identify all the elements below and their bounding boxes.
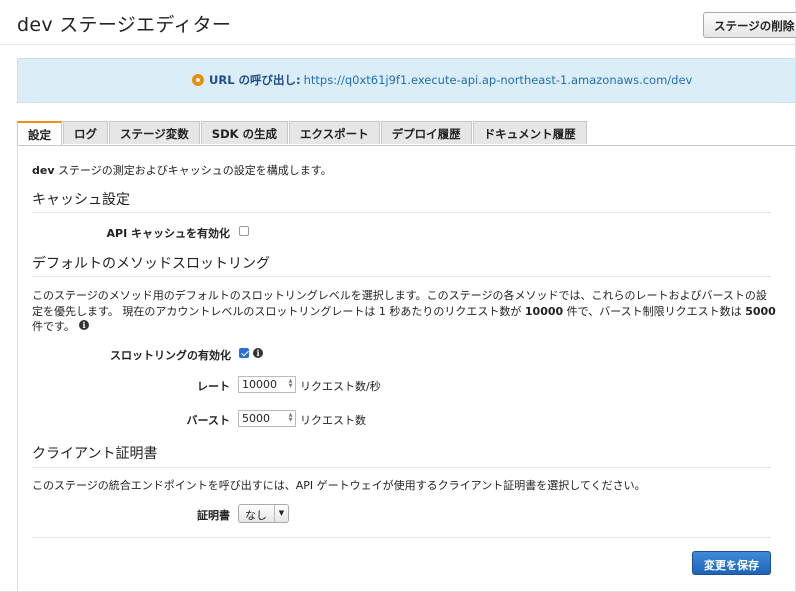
certificate-label: 証明書 <box>197 509 230 522</box>
cache-enable-checkbox[interactable] <box>239 226 249 236</box>
tab-settings[interactable]: 設定 <box>17 121 62 146</box>
rate-value: 10000 <box>242 378 277 391</box>
stepper-icon[interactable]: ▲ ▼ <box>287 379 294 390</box>
tab-export[interactable]: エクスポート <box>289 121 380 144</box>
account-burst-limit: 5000 <box>745 305 776 318</box>
intro-stage-name: dev <box>32 164 55 177</box>
info-dot-icon <box>192 74 204 86</box>
burst-unit: リクエスト数 <box>300 414 366 427</box>
tab-deployment-history[interactable]: デプロイ履歴 <box>380 121 472 144</box>
burst-value: 5000 <box>242 412 270 425</box>
throttling-desc-text: 定を優先します。 現在のアカウントレベルのスロットリングレートは 1 秒あたりの… <box>32 305 525 318</box>
burst-label: バースト <box>186 414 230 427</box>
footer-divider <box>32 537 771 538</box>
save-changes-button[interactable]: 変更を保存 <box>692 551 771 575</box>
intro-text: dev ステージの測定およびキャッシュの設定を構成します。 <box>32 162 332 178</box>
client-cert-heading: クライアント証明書 <box>32 446 158 462</box>
tab-stage-variables[interactable]: ステージ変数 <box>109 121 200 144</box>
info-icon[interactable]: i <box>253 348 263 358</box>
cache-heading: キャッシュ設定 <box>32 192 130 208</box>
cache-enable-label: API キャッシュを有効化 <box>106 227 231 240</box>
stage-tabs: 設定 ログ ステージ変数 SDK の生成 エクスポート デプロイ履歴 ドキュメン… <box>17 121 588 146</box>
account-rate-limit: 10000 <box>524 305 564 318</box>
burst-input[interactable]: 5000 ▲ ▼ <box>238 410 296 427</box>
header-divider <box>0 44 796 45</box>
throttling-desc-line1: このステージのメソッド用のデフォルトのスロットリングレベルを選択します。このステ… <box>32 289 767 302</box>
throttling-desc-line3: 件です。 <box>32 320 75 333</box>
certificate-select[interactable]: なし ▼ <box>238 504 289 523</box>
invoke-url-banner: URL の呼び出し: https://q0xt61j9f1.execute-api… <box>17 58 796 103</box>
throttling-heading: デフォルトのメソッドスロットリング <box>32 256 270 272</box>
chevron-down-icon: ▼ <box>274 505 288 522</box>
intro-description: ステージの測定およびキャッシュの設定を構成します。 <box>54 164 332 177</box>
tab-documentation-history[interactable]: ドキュメント履歴 <box>472 121 587 144</box>
client-cert-divider <box>32 467 771 468</box>
page-title: dev ステージエディター <box>17 14 232 36</box>
rate-input[interactable]: 10000 ▲ ▼ <box>238 376 296 393</box>
info-icon[interactable]: i <box>79 320 89 330</box>
delete-stage-button[interactable]: ステージの削除 <box>703 12 796 38</box>
rate-label: レート <box>197 380 230 393</box>
throttling-desc-line2: 定を優先します。 現在のアカウントレベルのスロットリングレートは 1 秒あたりの… <box>32 303 776 319</box>
cache-divider <box>32 212 771 213</box>
throttling-divider <box>32 276 771 277</box>
certificate-selected: なし <box>245 509 267 522</box>
stepper-icon[interactable]: ▲ ▼ <box>287 413 294 424</box>
invoke-url-label: URL の呼び出し: <box>209 73 301 87</box>
tab-logs[interactable]: ログ <box>63 121 108 144</box>
throttling-desc-text: 件で、バースト制限リクエスト数は <box>563 305 746 318</box>
rate-unit: リクエスト数/秒 <box>300 380 381 393</box>
throttling-enable-checkbox[interactable] <box>239 348 249 358</box>
throttling-enable-label: スロットリングの有効化 <box>110 349 231 362</box>
client-cert-desc: このステージの統合エンドポイントを呼び出すには、API ゲートウェイが使用するク… <box>32 479 646 492</box>
tab-sdk-generation[interactable]: SDK の生成 <box>200 121 289 144</box>
invoke-url-link[interactable]: https://q0xt61j9f1.execute-api.ap-northe… <box>304 73 693 87</box>
